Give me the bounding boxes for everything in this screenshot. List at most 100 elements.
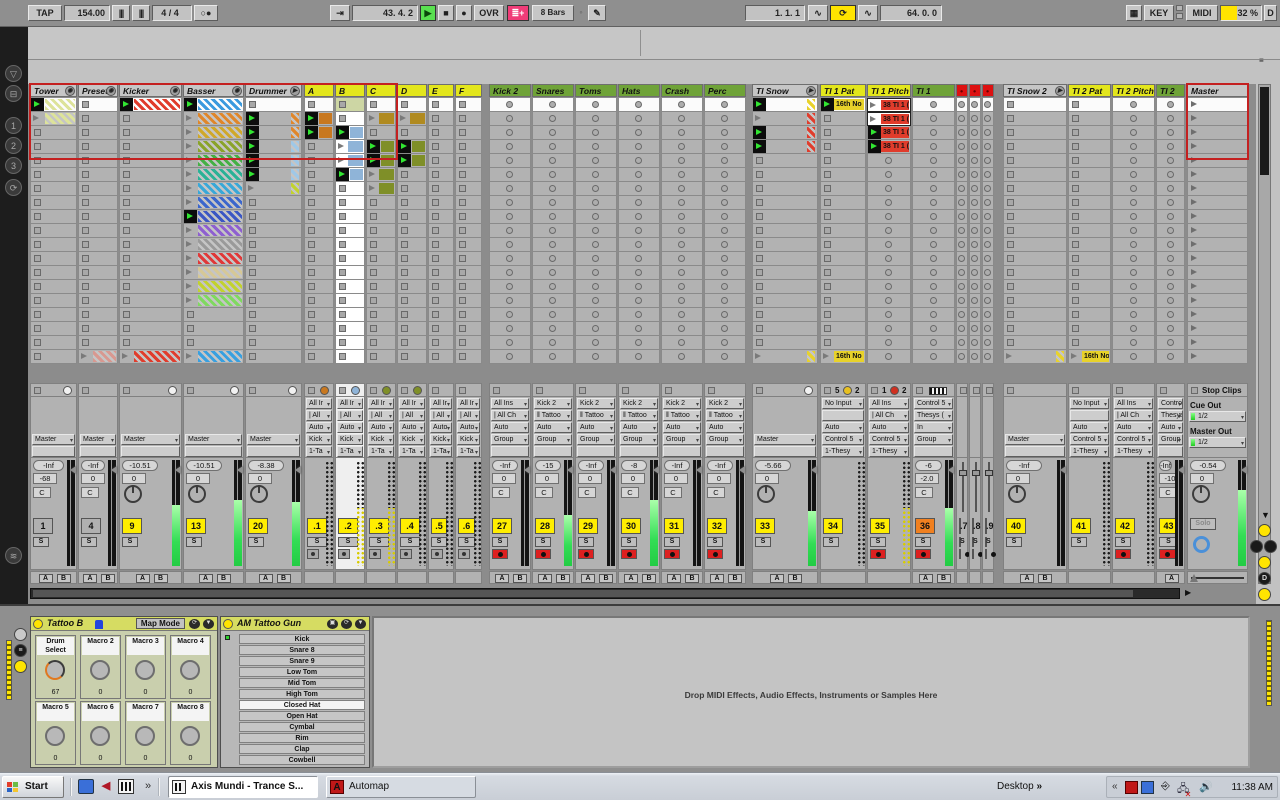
clip-slot[interactable] [867, 182, 911, 196]
clip-slot[interactable] [1187, 168, 1248, 182]
clip-slot[interactable]: 16th No [1068, 350, 1111, 364]
clip-slot[interactable] [1187, 308, 1248, 322]
clip-slot[interactable] [335, 280, 365, 294]
io-chooser[interactable]: | All Ch▾ [1114, 410, 1153, 421]
clip-slot[interactable] [1156, 196, 1185, 210]
clip-slot[interactable] [30, 294, 77, 308]
io-empty-box[interactable] [80, 446, 116, 457]
clip-slot[interactable] [183, 126, 244, 140]
clip-slot[interactable] [575, 182, 617, 196]
clip-slot[interactable] [428, 350, 454, 364]
clip-slot[interactable] [969, 308, 981, 322]
track-header-TI 2 Pat[interactable]: TI 2 Pat [1068, 84, 1111, 97]
volume-display[interactable]: -8 [621, 460, 647, 471]
clip-slot[interactable] [704, 112, 746, 126]
io-chooser[interactable]: 1-Ta▾ [399, 446, 425, 457]
cue-out-chooser[interactable]: 1/2▾ [1189, 411, 1246, 422]
clip-slot[interactable] [183, 196, 244, 210]
clip-slot[interactable] [956, 294, 968, 308]
clip-slot[interactable] [366, 196, 396, 210]
track-header-Perc[interactable]: Perc [704, 84, 746, 97]
clip-slot[interactable] [969, 336, 981, 350]
crossfade-a-button[interactable]: A [136, 574, 150, 583]
track-stop-button[interactable] [459, 387, 466, 394]
clip-slot[interactable] [1156, 350, 1185, 364]
clip-slot[interactable] [956, 238, 968, 252]
clip-slot[interactable] [982, 210, 994, 224]
clip-slot[interactable] [575, 112, 617, 126]
volume-slider-handle[interactable] [1241, 466, 1247, 474]
clip-slot[interactable] [912, 140, 955, 154]
volume-slider-handle[interactable] [111, 466, 117, 474]
clip-slot[interactable] [661, 140, 703, 154]
io-chooser[interactable]: All Ir▾ [368, 398, 394, 409]
clip-slot[interactable] [867, 294, 911, 308]
clip-slot[interactable] [575, 322, 617, 336]
clip-slot[interactable] [982, 336, 994, 350]
clip-slot[interactable] [532, 126, 574, 140]
clip-slot[interactable] [820, 210, 866, 224]
clip-slot[interactable] [867, 350, 911, 364]
io-empty-box[interactable] [534, 446, 572, 457]
clip-slot[interactable] [366, 182, 396, 196]
group-fold-icon[interactable]: ▶ [806, 86, 816, 96]
clip-slot[interactable] [1068, 252, 1111, 266]
io-chooser[interactable]: ‖ Tattoo▾ [663, 410, 701, 421]
clip-slot[interactable] [752, 154, 818, 168]
track-stop-button[interactable] [493, 387, 500, 394]
track-stop-button[interactable] [665, 387, 672, 394]
solo-button[interactable]: S [972, 537, 974, 547]
volume-slider-handle[interactable] [811, 466, 817, 474]
clip-slot[interactable] [661, 196, 703, 210]
device-selector-middle-icon[interactable]: ≡ [14, 644, 27, 657]
solo-button[interactable]: S [535, 537, 551, 547]
volume-slider-handle[interactable] [739, 466, 745, 474]
clip-slot[interactable] [1112, 350, 1155, 364]
io-chooser[interactable]: Kick▾ [368, 434, 394, 445]
clip-slot[interactable] [618, 98, 660, 112]
clip-slot[interactable] [397, 266, 427, 280]
track-header-Presets[interactable]: Presets◉ [78, 84, 118, 97]
io-chooser[interactable]: Group▾ [491, 434, 529, 445]
clip-slot[interactable] [1003, 238, 1067, 252]
track-header-red[interactable]: • [982, 84, 994, 97]
clip-slot[interactable] [335, 294, 365, 308]
clip-slot[interactable] [752, 196, 818, 210]
clip-slot[interactable] [183, 238, 244, 252]
clip-slot[interactable] [704, 350, 746, 364]
clip-slot[interactable] [428, 252, 454, 266]
clip-slot[interactable] [1187, 112, 1248, 126]
clip-slot[interactable] [575, 210, 617, 224]
clip-slot[interactable] [455, 252, 482, 266]
clip-slot[interactable] [820, 266, 866, 280]
preview-volume-knob[interactable] [1193, 536, 1210, 553]
gain-field[interactable]: -68 [33, 473, 57, 484]
clip-slot[interactable] [661, 98, 703, 112]
clip-slot[interactable] [335, 112, 365, 126]
clip-slot[interactable] [618, 336, 660, 350]
clip-slot[interactable] [366, 350, 396, 364]
clip-slot[interactable] [1112, 140, 1155, 154]
clip-slot[interactable] [1156, 126, 1185, 140]
volume-slider-handle[interactable] [653, 466, 659, 474]
clip-slot[interactable] [1112, 308, 1155, 322]
clip-slot[interactable] [245, 224, 302, 238]
clip-slot[interactable] [1003, 196, 1067, 210]
crossfade-b-button[interactable]: B [599, 574, 613, 583]
volume-display[interactable]: -Inf [1006, 460, 1042, 471]
clip-slot[interactable] [575, 224, 617, 238]
clip-slot[interactable] [1112, 112, 1155, 126]
macro-knob[interactable] [135, 726, 155, 746]
clip-slot[interactable] [982, 98, 994, 112]
volume-display[interactable]: -Inf [81, 460, 105, 471]
pan-knob[interactable] [757, 485, 775, 503]
clip-slot[interactable] [366, 210, 396, 224]
track-activator[interactable]: 4 [81, 518, 101, 534]
volume-slider-handle[interactable] [1178, 466, 1184, 474]
groove-pool-icon[interactable]: ≋ [5, 547, 22, 564]
clip-slot[interactable] [119, 252, 182, 266]
chain-low-tom[interactable]: Low Tom [239, 667, 365, 677]
clip-slot[interactable] [820, 154, 866, 168]
clip-slot[interactable] [245, 126, 302, 140]
clip-slot[interactable] [969, 154, 981, 168]
